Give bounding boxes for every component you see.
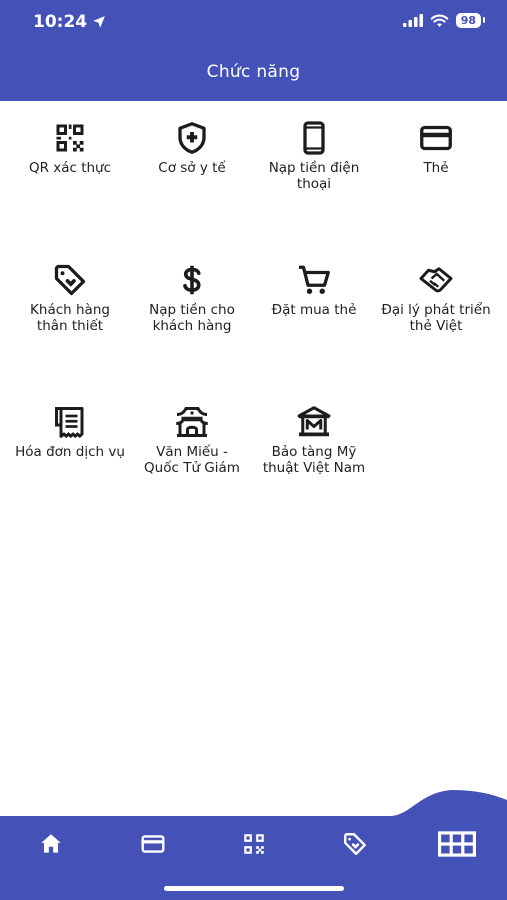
status-time: 10:24 bbox=[33, 12, 88, 32]
function-fine-arts-museum[interactable]: Bảo tàng Mỹ thuật Việt Nam bbox=[253, 398, 375, 540]
battery-indicator: 98 bbox=[455, 13, 486, 28]
function-card[interactable]: Thẻ bbox=[375, 114, 497, 256]
function-label: Đại lý phát triển thẻ Việt bbox=[381, 302, 491, 334]
card-icon bbox=[416, 118, 456, 158]
function-service-bill[interactable]: Hóa đơn dịch vụ bbox=[9, 398, 131, 540]
qr-code-icon bbox=[244, 834, 264, 854]
nav-home[interactable] bbox=[26, 828, 76, 860]
home-indicator bbox=[164, 886, 344, 891]
temple-icon bbox=[172, 402, 212, 442]
museum-icon bbox=[294, 402, 334, 442]
function-label: Hóa đơn dịch vụ bbox=[15, 444, 125, 460]
page-title: Chức năng bbox=[206, 62, 301, 82]
status-time-group: 10:24 bbox=[33, 12, 106, 32]
function-label: Nạp tiền cho khách hàng bbox=[149, 302, 235, 334]
header: 10:24 98 Chức năng bbox=[0, 0, 507, 101]
signal-icon bbox=[402, 14, 423, 27]
heart-tag-icon bbox=[50, 260, 90, 300]
function-phone-topup[interactable]: Nạp tiền điện thoại bbox=[253, 114, 375, 256]
phone-icon bbox=[294, 118, 334, 158]
tag-icon bbox=[344, 833, 366, 855]
function-qr-verify[interactable]: QR xác thực bbox=[9, 114, 131, 256]
status-indicators: 98 bbox=[402, 13, 486, 28]
location-arrow-icon bbox=[93, 16, 105, 28]
bottom-navigation bbox=[0, 790, 507, 900]
card-icon bbox=[141, 835, 165, 853]
function-label: Đặt mua thẻ bbox=[271, 302, 357, 318]
grid-icon bbox=[438, 831, 476, 857]
function-order-card[interactable]: Đặt mua thẻ bbox=[253, 256, 375, 398]
function-label: QR xác thực bbox=[28, 160, 112, 176]
function-customer-topup[interactable]: Nạp tiền cho khách hàng bbox=[131, 256, 253, 398]
nav-tag[interactable] bbox=[330, 828, 380, 860]
handshake-icon bbox=[416, 260, 456, 300]
function-health-facility[interactable]: Cơ sở y tế bbox=[131, 114, 253, 256]
function-agent-development[interactable]: Đại lý phát triển thẻ Việt bbox=[375, 256, 497, 398]
status-bar: 10:24 98 bbox=[0, 0, 507, 46]
function-grid: QR xác thực Cơ sở y tế Nạp tiền điện tho… bbox=[9, 114, 499, 540]
cart-icon bbox=[294, 260, 334, 300]
receipt-icon bbox=[50, 402, 90, 442]
function-loyal-customer[interactable]: Khách hàng thân thiết bbox=[9, 256, 131, 398]
home-icon bbox=[41, 834, 61, 853]
dollar-icon bbox=[172, 260, 212, 300]
nav-functions[interactable] bbox=[430, 826, 484, 862]
function-label: Thẻ bbox=[423, 160, 449, 176]
function-label: Cơ sở y tế bbox=[158, 160, 226, 176]
nav-card[interactable] bbox=[128, 828, 178, 860]
shield-plus-icon bbox=[172, 118, 212, 158]
function-label: Khách hàng thân thiết bbox=[30, 302, 110, 334]
function-label: Văn Miếu - Quốc Tử Giám bbox=[144, 444, 240, 476]
function-label: Nạp tiền điện thoại bbox=[268, 160, 360, 192]
qr-code-icon bbox=[50, 118, 90, 158]
nav-qr[interactable] bbox=[229, 828, 279, 860]
function-temple-of-literature[interactable]: Văn Miếu - Quốc Tử Giám bbox=[131, 398, 253, 540]
function-label: Bảo tàng Mỹ thuật Việt Nam bbox=[262, 444, 366, 476]
wifi-icon bbox=[430, 14, 448, 27]
